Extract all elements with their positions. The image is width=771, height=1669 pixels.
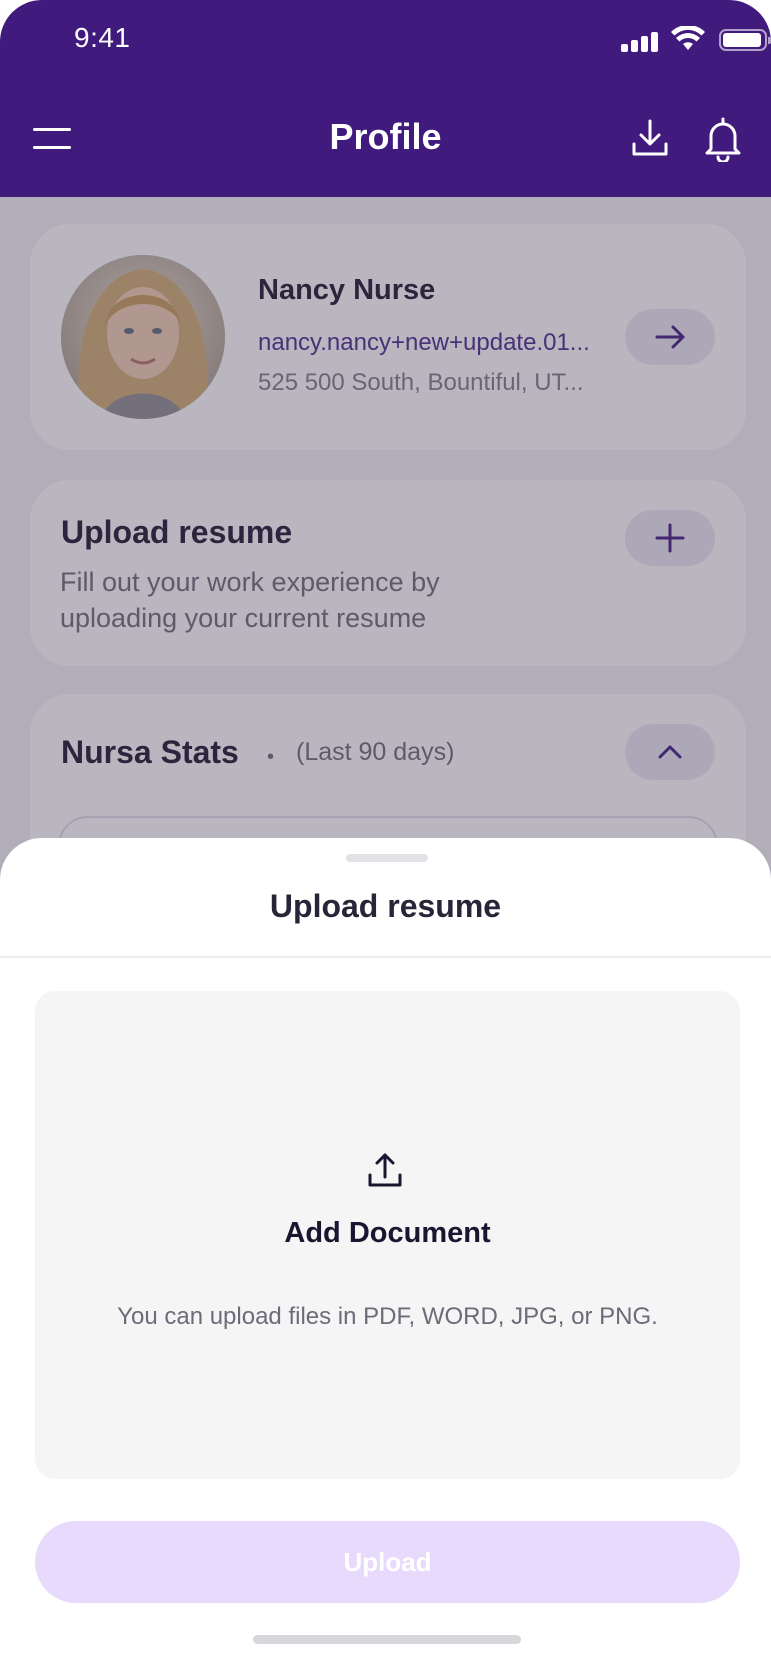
add-document-label: Add Document xyxy=(284,1217,491,1249)
header-backdrop xyxy=(0,0,771,197)
upload-icon xyxy=(368,1153,402,1187)
upload-resume-sheet: Upload resume Add Document You can uploa… xyxy=(0,838,771,1669)
sheet-grabber[interactable] xyxy=(346,854,428,862)
upload-button[interactable]: Upload xyxy=(35,1521,740,1603)
sheet-title: Upload resume xyxy=(269,888,502,924)
document-dropzone[interactable]: Add Document You can upload files in PDF… xyxy=(35,991,740,1479)
sheet-divider xyxy=(0,956,771,958)
file-types-hint: You can upload files in PDF, WORD, JPG, … xyxy=(117,1303,658,1330)
home-indicator xyxy=(253,1635,521,1644)
screen: 9:41 Profile Nancy Nurse nancy.nancy+new… xyxy=(0,0,771,1669)
